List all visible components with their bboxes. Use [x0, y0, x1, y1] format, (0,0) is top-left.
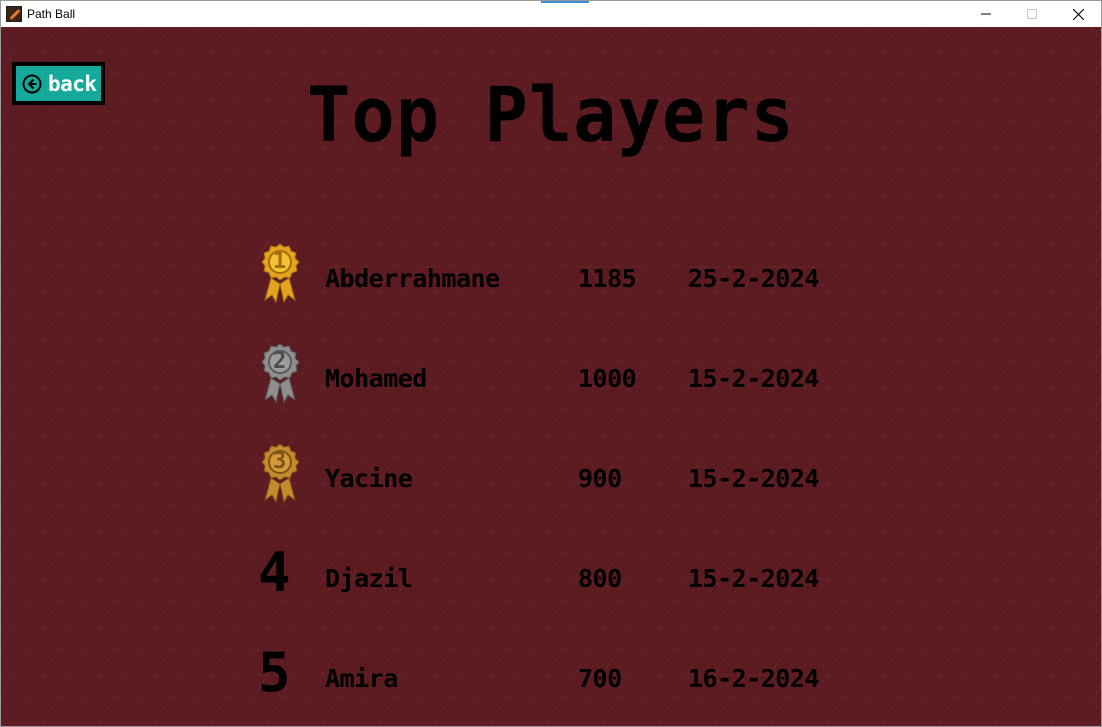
rank-3-badge: 3: [256, 442, 304, 504]
rank-number: 1: [273, 249, 287, 274]
player-score: 700: [578, 664, 622, 693]
close-button[interactable]: [1055, 1, 1101, 27]
app-icon: [6, 6, 22, 22]
rank-1-badge: 1: [256, 242, 304, 304]
window-title: Path Ball: [27, 7, 76, 21]
player-date: 15-2-2024: [688, 364, 819, 393]
rank-number: 2: [273, 349, 287, 374]
title-bar-accent: [541, 1, 589, 3]
maximize-icon: [1027, 9, 1037, 19]
player-score: 900: [578, 464, 622, 493]
maximize-button[interactable]: [1009, 1, 1055, 27]
leaderboard-row: 5 Amira 700 16-2-2024: [256, 642, 876, 712]
rank-number: 5: [258, 641, 291, 704]
minimize-icon: [981, 13, 991, 15]
player-date: 15-2-2024: [688, 464, 819, 493]
player-name: Djazil: [325, 564, 413, 593]
leaderboard-row: 1 Abderrahmane 1185 25-2-2024: [256, 242, 876, 312]
player-score: 1185: [578, 264, 637, 293]
rank-5-badge: 5: [256, 642, 304, 704]
title-bar: Path Ball: [1, 1, 1101, 27]
rank-number: 4: [258, 541, 291, 604]
player-name: Yacine: [325, 464, 413, 493]
player-date: 15-2-2024: [688, 564, 819, 593]
leaderboard-row: 2 Mohamed 1000 15-2-2024: [256, 342, 876, 412]
page-title: Top Players: [307, 70, 795, 160]
leaderboard-row: 4 Djazil 800 15-2-2024: [256, 542, 876, 612]
player-date: 25-2-2024: [688, 264, 819, 293]
player-name: Mohamed: [325, 364, 427, 393]
game-window: Path Ball back Top Players 1 Abderrahman…: [0, 0, 1102, 727]
game-canvas: back Top Players 1 Abderrahmane 1185 25-…: [1, 27, 1101, 726]
leaderboard-row: 3 Yacine 900 15-2-2024: [256, 442, 876, 512]
rank-4-badge: 4: [256, 542, 304, 604]
player-name: Abderrahmane: [325, 264, 500, 293]
window-controls: [963, 1, 1101, 27]
rank-2-badge: 2: [256, 342, 304, 404]
player-score: 1000: [578, 364, 637, 393]
player-score: 800: [578, 564, 622, 593]
player-date: 16-2-2024: [688, 664, 819, 693]
rank-number: 3: [273, 449, 287, 474]
minimize-button[interactable]: [963, 1, 1009, 27]
player-name: Amira: [325, 664, 398, 693]
close-icon: [1072, 8, 1084, 20]
